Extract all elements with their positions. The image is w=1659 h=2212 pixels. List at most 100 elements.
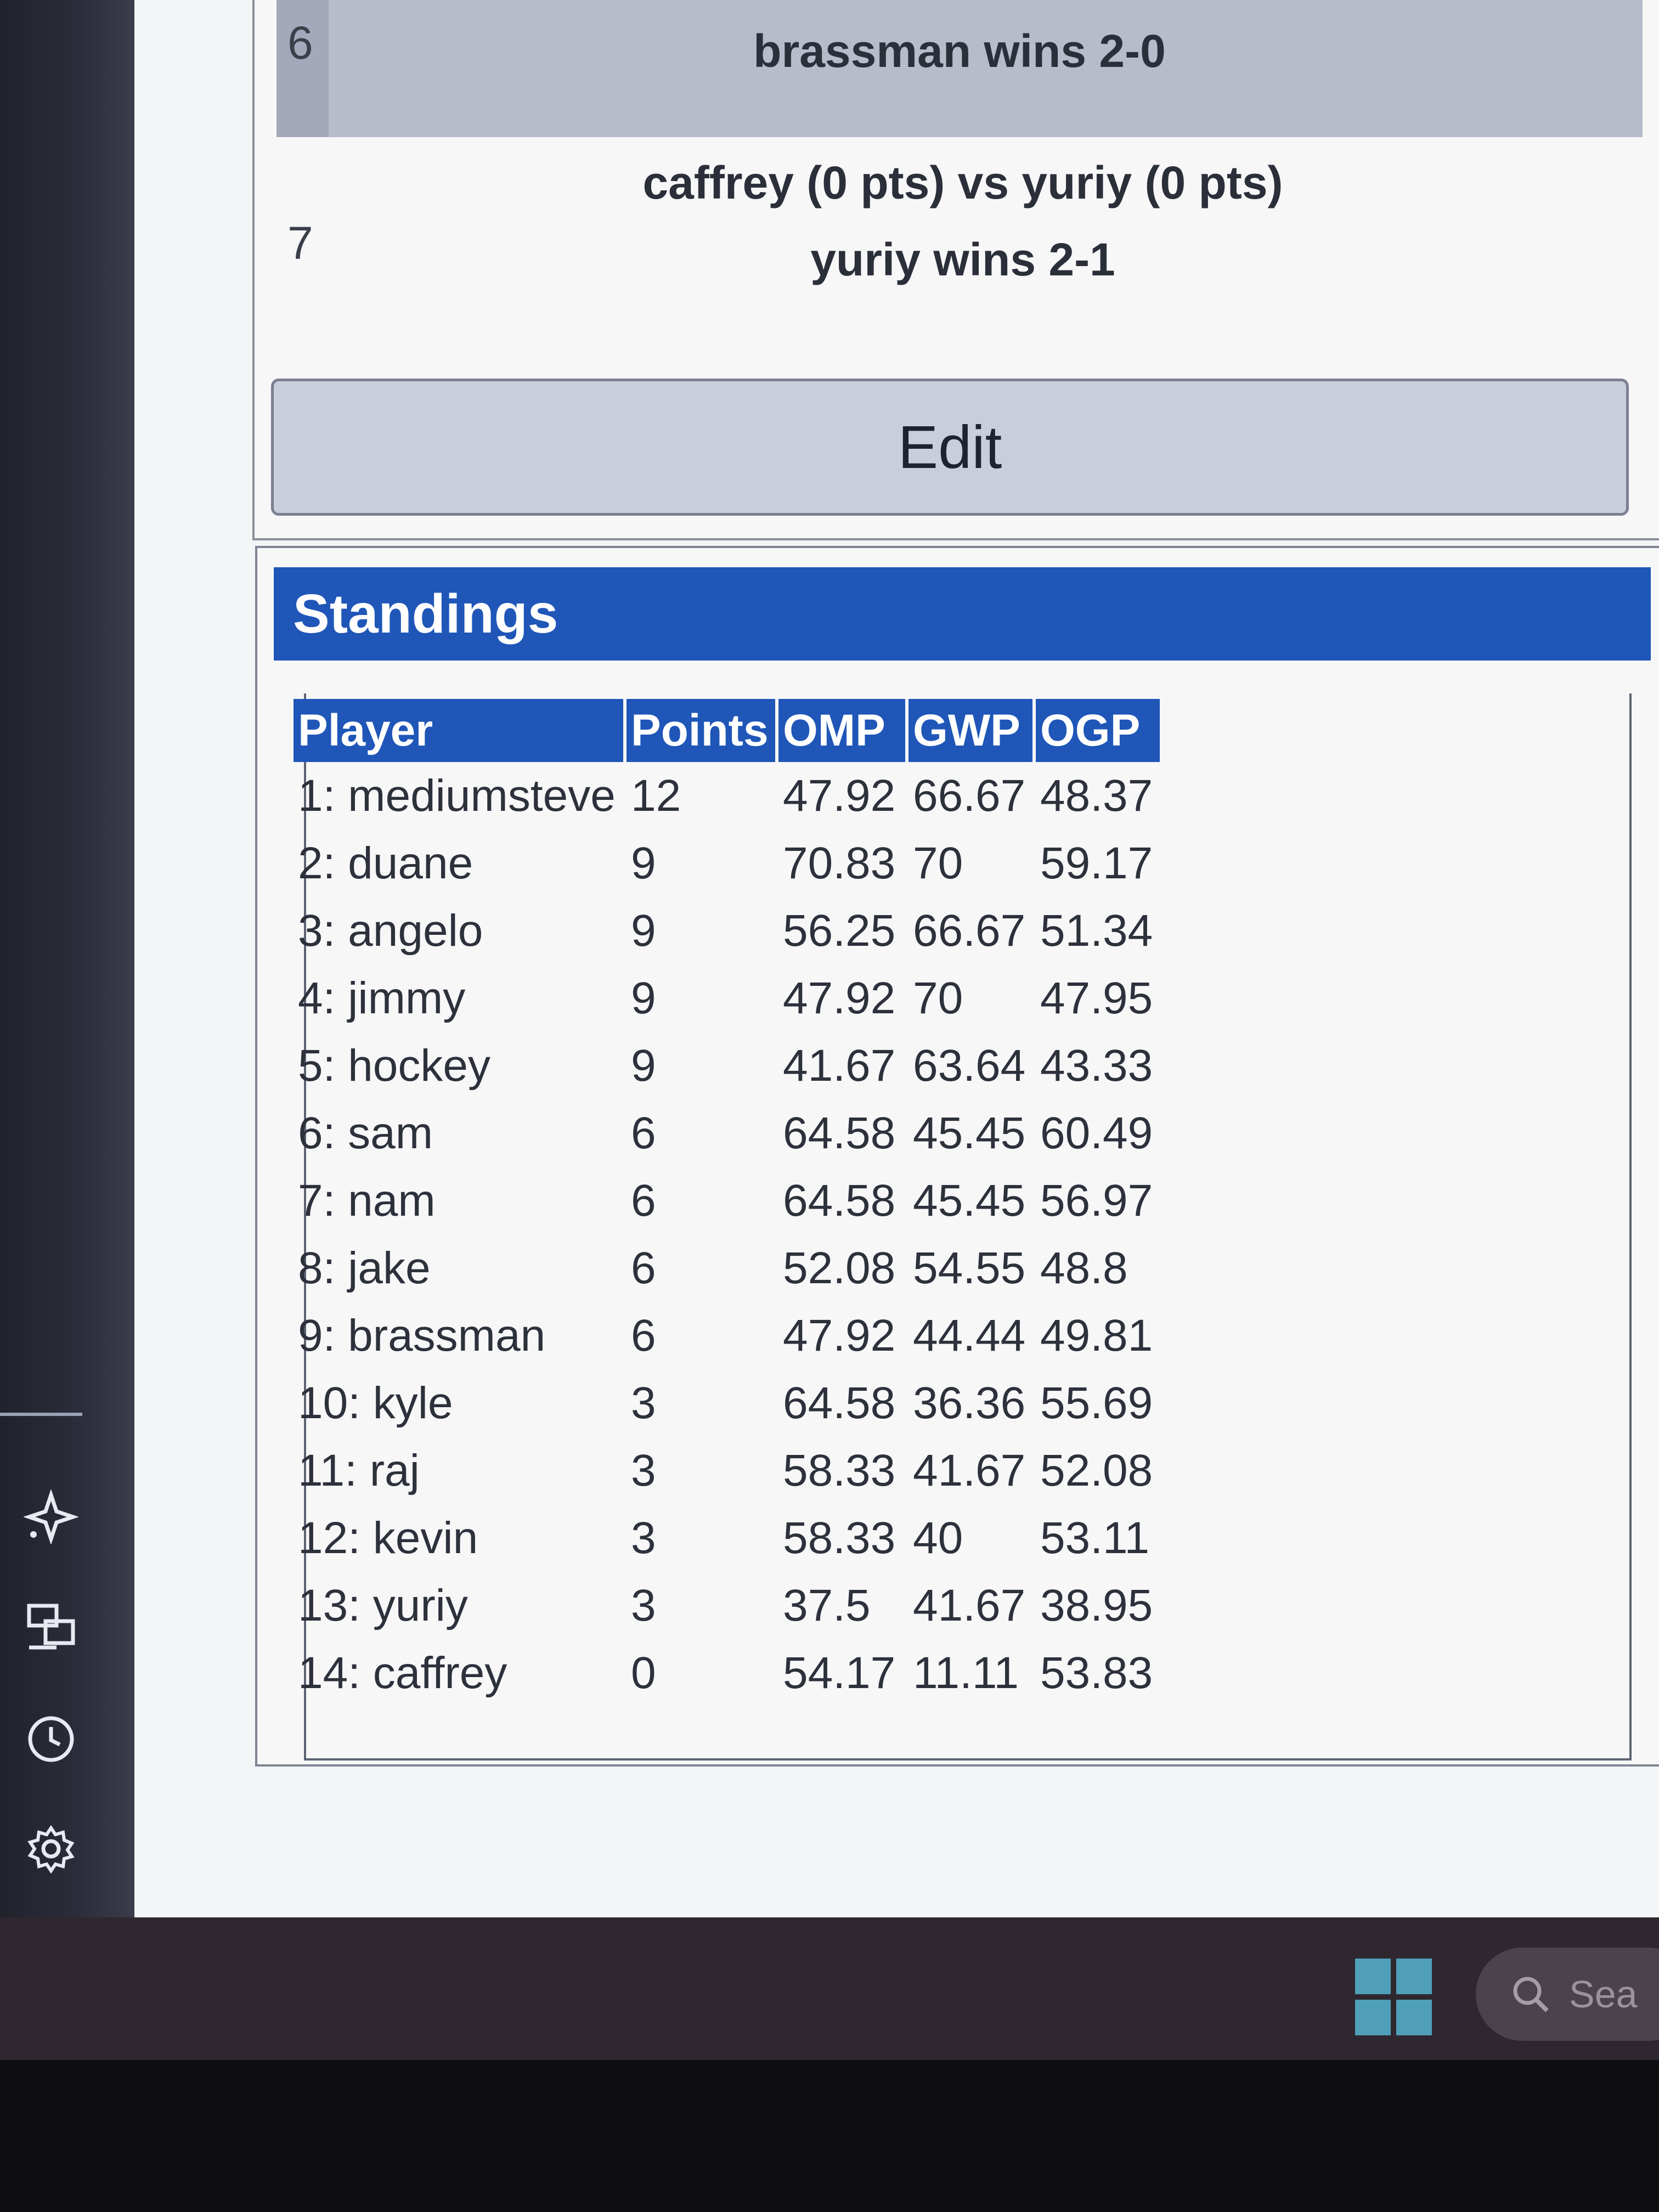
gwp-cell: 54.55: [913, 1243, 1026, 1293]
table-row: 1: mediumsteve 12 47.92 66.67 48.37: [294, 762, 1160, 830]
omp-cell: 41.67: [783, 1040, 896, 1091]
rounds-panel: 6 brassman wins 2-0 7 caffrey (0 pts) vs…: [252, 0, 1659, 540]
omp-cell: 47.92: [783, 770, 896, 821]
points-cell: 9: [631, 1040, 656, 1091]
table-row: 2: duane 9 70.83 70 59.17: [294, 830, 1160, 897]
table-row: 14: caffrey 0 54.17 11.11 53.83: [294, 1639, 1160, 1707]
table-row: 13: yuriy 3 37.5 41.67 38.95: [294, 1572, 1160, 1639]
standings-title: Standings: [274, 567, 1651, 661]
start-tile: [1355, 1959, 1391, 1994]
points-cell: 6: [631, 1243, 656, 1293]
omp-cell: 37.5: [783, 1580, 871, 1630]
ogp-cell: 52.08: [1040, 1445, 1153, 1496]
player-cell: 6: sam: [298, 1108, 433, 1158]
side-rail: [0, 0, 134, 1917]
points-cell: 9: [631, 973, 656, 1023]
player-cell: 13: yuriy: [298, 1580, 468, 1630]
device-icon[interactable]: [21, 1596, 81, 1657]
table-row: 5: hockey 9 41.67 63.64 43.33: [294, 1032, 1160, 1099]
round-7-result: yuriy wins 2-1: [810, 234, 1115, 285]
points-cell: 3: [631, 1513, 656, 1563]
ogp-cell: 47.95: [1040, 973, 1153, 1023]
ogp-cell: 43.33: [1040, 1040, 1153, 1091]
omp-cell: 56.25: [783, 905, 896, 956]
table-row: 8: jake 6 52.08 54.55 48.8: [294, 1234, 1160, 1302]
round-7-pairing: caffrey (0 pts) vs yuriy (0 pts): [642, 157, 1283, 208]
clock-icon[interactable]: [21, 1709, 81, 1769]
screen-bezel: [0, 2060, 1659, 2212]
start-tile: [1396, 2000, 1432, 2035]
gwp-cell: 41.67: [913, 1580, 1026, 1630]
ogp-cell: 55.69: [1040, 1378, 1153, 1428]
gwp-cell: 40: [913, 1513, 963, 1563]
gwp-cell: 66.67: [913, 770, 1026, 821]
ogp-cell: 59.17: [1040, 838, 1153, 888]
player-cell: 4: jimmy: [298, 973, 466, 1023]
player-cell: 5: hockey: [298, 1040, 490, 1091]
col-player[interactable]: Player: [294, 699, 623, 762]
windows-start-icon[interactable]: [1355, 1959, 1432, 2035]
omp-cell: 58.33: [783, 1445, 896, 1496]
omp-cell: 47.92: [783, 973, 896, 1023]
points-cell: 6: [631, 1108, 656, 1158]
gwp-cell: 70: [913, 838, 963, 888]
table-row: 4: jimmy 9 47.92 70 47.95: [294, 964, 1160, 1032]
omp-cell: 64.58: [783, 1378, 896, 1428]
points-cell: 3: [631, 1445, 656, 1496]
standings-panel: Standings Player Points OMP GWP OGP 1: m…: [255, 546, 1659, 1767]
omp-cell: 64.58: [783, 1108, 896, 1158]
col-points[interactable]: Points: [627, 699, 775, 762]
table-row: 7: nam 6 64.58 45.45 56.97: [294, 1167, 1160, 1234]
table-row: 9: brassman 6 47.92 44.44 49.81: [294, 1302, 1160, 1369]
player-cell: 12: kevin: [298, 1513, 478, 1563]
player-cell: 11: raj: [298, 1445, 420, 1496]
gwp-cell: 41.67: [913, 1445, 1026, 1496]
omp-cell: 47.92: [783, 1310, 896, 1361]
edit-button[interactable]: Edit: [271, 379, 1629, 516]
points-cell: 6: [631, 1310, 656, 1361]
points-cell: 3: [631, 1378, 656, 1428]
ogp-cell: 60.49: [1040, 1108, 1153, 1158]
standings-table: Player Points OMP GWP OGP 1: mediumsteve…: [290, 699, 1163, 1707]
gwp-cell: 66.67: [913, 905, 1026, 956]
table-row: 11: raj 3 58.33 41.67 52.08: [294, 1437, 1160, 1504]
points-cell: 6: [631, 1175, 656, 1226]
omp-cell: 54.17: [783, 1647, 896, 1698]
player-cell: 3: angelo: [298, 905, 483, 956]
round-6-row: 6 brassman wins 2-0: [276, 0, 1643, 137]
ogp-cell: 49.81: [1040, 1310, 1153, 1361]
sparkle-icon[interactable]: [21, 1487, 81, 1547]
ogp-cell: 56.97: [1040, 1175, 1153, 1226]
col-ogp[interactable]: OGP: [1036, 699, 1160, 762]
page-content: 6 brassman wins 2-0 7 caffrey (0 pts) vs…: [134, 0, 1659, 1917]
search-label: Sea: [1569, 1973, 1638, 2016]
start-tile: [1396, 1959, 1432, 1994]
player-cell: 7: nam: [298, 1175, 436, 1226]
taskbar-search[interactable]: Sea: [1476, 1948, 1659, 2041]
gear-icon[interactable]: [21, 1819, 81, 1879]
table-row: 3: angelo 9 56.25 66.67 51.34: [294, 897, 1160, 964]
player-cell: 1: mediumsteve: [298, 770, 616, 821]
gwp-cell: 45.45: [913, 1175, 1026, 1226]
gwp-cell: 44.44: [913, 1310, 1026, 1361]
round-6-result: brassman wins 2-0: [753, 25, 1166, 77]
ogp-cell: 53.11: [1040, 1513, 1150, 1563]
standings-header-row: Player Points OMP GWP OGP: [294, 699, 1160, 762]
col-gwp[interactable]: GWP: [909, 699, 1032, 762]
ogp-cell: 51.34: [1040, 905, 1153, 956]
omp-cell: 58.33: [783, 1513, 896, 1563]
gwp-cell: 45.45: [913, 1108, 1026, 1158]
ogp-cell: 38.95: [1040, 1580, 1153, 1630]
gwp-cell: 11.11: [913, 1647, 1019, 1698]
omp-cell: 52.08: [783, 1243, 896, 1293]
points-cell: 9: [631, 905, 656, 956]
points-cell: 0: [631, 1647, 656, 1698]
start-tile: [1355, 2000, 1391, 2035]
points-cell: 9: [631, 838, 656, 888]
screen: 6 brassman wins 2-0 7 caffrey (0 pts) vs…: [0, 0, 1659, 1920]
gwp-cell: 70: [913, 973, 963, 1023]
col-omp[interactable]: OMP: [778, 699, 905, 762]
ogp-cell: 48.37: [1040, 770, 1153, 821]
player-cell: 10: kyle: [298, 1378, 453, 1428]
ogp-cell: 48.8: [1040, 1243, 1128, 1293]
